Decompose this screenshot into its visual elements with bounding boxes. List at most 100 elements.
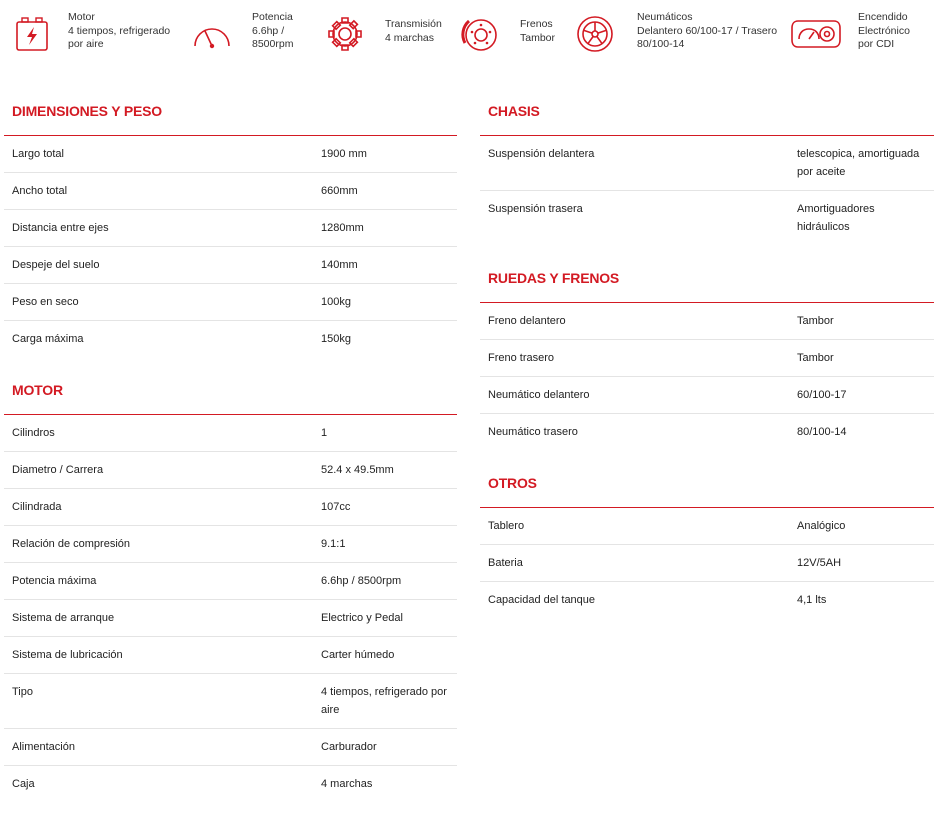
feature-motor-line1: Motor — [68, 11, 95, 23]
table-row: Tablero Analógico — [480, 508, 934, 545]
spec-value: telescopica, amortiguada por aceite — [797, 148, 920, 178]
spec-key: Tipo — [12, 686, 33, 698]
spec-value: 660mm — [321, 185, 358, 197]
spec-key: Cilindrada — [12, 501, 62, 513]
table-row: Neumático delantero 60/100-17 — [480, 377, 934, 414]
features-bar: Motor 4 tiempos, refrigerado por aire Pote… — [0, 0, 948, 70]
spec-key: Ancho total — [12, 185, 68, 197]
feature-potencia: Potencia 6.6hp /8500rpm — [190, 10, 293, 58]
section-title-dimensiones: DIMENSIONES Y PESO — [4, 94, 457, 136]
spec-key: Capacidad del tanque — [488, 594, 596, 606]
table-row: Despeje del suelo 140mm — [4, 247, 457, 284]
spec-value: 80/100-14 — [797, 426, 847, 438]
feature-transmision-line1: Transmisión — [385, 18, 442, 30]
section-title-otros: OTROS — [480, 466, 934, 508]
speedometer-icon — [190, 10, 234, 58]
table-chasis: Suspensión delantera telescopica, amortig… — [480, 136, 934, 245]
table-row: Caja 4 marchas — [4, 766, 457, 802]
table-row: Carga máxima 150kg — [4, 321, 457, 357]
feature-potencia-line1: Potencia — [252, 11, 293, 23]
left-column: DIMENSIONES Y PESO Largo total 1900 mm An… — [4, 94, 457, 802]
table-row: Cilindrada 107cc — [4, 489, 457, 526]
spec-value: 60/100-17 — [797, 389, 847, 401]
spec-key: Bateria — [488, 557, 523, 569]
spec-value: Electrico y Pedal — [321, 612, 403, 624]
section-title-ruedas: RUEDAS Y FRENOS — [480, 261, 934, 303]
spec-key: Neumático delantero — [488, 389, 590, 401]
spec-value: Carter húmedo — [321, 649, 395, 661]
table-otros: Tablero Analógico Bateria 12V/5AH Capacida… — [480, 508, 934, 618]
table-ruedas: Freno delantero Tambor Freno trasero Tambo… — [480, 303, 934, 450]
feature-frenos-line1: Frenos — [520, 18, 553, 30]
spec-value: 1 — [321, 427, 328, 439]
brake-disc-icon — [458, 10, 502, 58]
table-row: Cilindros 1 — [4, 415, 457, 452]
spec-key: Carga máxima — [12, 333, 84, 345]
table-row: Bateria 12V/5AH — [480, 545, 934, 582]
feature-neumaticos-line3: 80/100-14 — [637, 38, 685, 50]
feature-encendido: Encendido Electrónico por CDI — [790, 10, 910, 58]
table-motor: Cilindros 1 Diametro / Carrera 52.4 x 49.5… — [4, 415, 457, 802]
feature-encendido-line2: Electrónico — [858, 24, 910, 37]
feature-motor-line2: 4 tiempos, refrigerado — [68, 24, 171, 37]
spec-key: Despeje del suelo — [12, 259, 100, 271]
table-dimensiones: Largo total 1900 mm Ancho total 660mm Dist… — [4, 136, 457, 357]
table-row: Suspensión trasera Amortiguadores hidrául… — [480, 191, 934, 245]
spec-value: 52.4 x 49.5mm — [321, 464, 394, 476]
spec-key: Peso en seco — [12, 296, 79, 308]
table-row: Potencia máxima 6.6hp / 8500rpm — [4, 563, 457, 600]
table-row: Neumático trasero 80/100-14 — [480, 414, 934, 450]
ignition-key-icon — [790, 10, 842, 58]
feature-motor: Motor 4 tiempos, refrigerado por aire — [8, 10, 170, 58]
table-row: Largo total 1900 mm — [4, 136, 457, 173]
feature-transmision-line2: 4 marchas — [385, 31, 435, 44]
feature-motor-line3: por aire — [68, 38, 104, 50]
spec-key: Freno trasero — [488, 352, 555, 364]
feature-frenos-line2: Tambor — [520, 31, 556, 44]
spec-value: 100kg — [321, 296, 351, 308]
spec-key: Freno delantero — [488, 315, 566, 327]
spec-value: Analógico — [797, 520, 846, 532]
spec-key: Neumático trasero — [488, 426, 578, 438]
spec-key: Distancia entre ejes — [12, 222, 109, 234]
table-row: Peso en seco 100kg — [4, 284, 457, 321]
spec-key: Diametro / Carrera — [12, 464, 104, 476]
wheel-icon — [575, 10, 615, 58]
spec-key: Sistema de lubricación — [12, 649, 123, 661]
feature-neumaticos: Neumáticos Delantero 60/100-17 / Trasero 8… — [575, 10, 777, 58]
table-row: Alimentación Carburador — [4, 729, 457, 766]
spec-value: Carburador — [321, 741, 377, 753]
spec-key: Suspensión delantera — [488, 148, 595, 160]
feature-neumaticos-line1: Neumáticos — [637, 11, 693, 23]
feature-transmision: Transmisión 4 marchas — [323, 10, 442, 58]
spec-key: Largo total — [12, 148, 64, 160]
battery-bolt-icon — [8, 10, 56, 58]
spec-value: 150kg — [321, 333, 351, 345]
spec-value: 4 marchas — [321, 778, 373, 790]
table-row: Freno delantero Tambor — [480, 303, 934, 340]
feature-potencia-line3: 8500rpm — [252, 38, 294, 50]
table-row: Relación de compresión 9.1:1 — [4, 526, 457, 563]
table-row: Sistema de arranque Electrico y Pedal — [4, 600, 457, 637]
feature-potencia-line2: 6.6hp / — [252, 24, 285, 37]
table-row: Sistema de lubricación Carter húmedo — [4, 637, 457, 674]
spec-key: Tablero — [488, 520, 525, 532]
section-title-motor: MOTOR — [4, 373, 457, 415]
feature-encendido-line1: Encendido — [858, 11, 908, 23]
feature-encendido-line3: por CDI — [858, 38, 895, 50]
spec-key: Sistema de arranque — [12, 612, 115, 624]
section-title-chasis: CHASIS — [480, 94, 934, 136]
spec-key: Relación de compresión — [12, 538, 131, 550]
table-row: Freno trasero Tambor — [480, 340, 934, 377]
table-row: Capacidad del tanque 4,1 lts — [480, 582, 934, 618]
table-row: Diametro / Carrera 52.4 x 49.5mm — [4, 452, 457, 489]
spec-value: Tambor — [797, 352, 834, 364]
spec-value: 1900 mm — [321, 148, 367, 160]
spec-key: Alimentación — [12, 741, 75, 753]
spec-value: 6.6hp / 8500rpm — [321, 575, 402, 587]
table-row: Ancho total 660mm — [4, 173, 457, 210]
table-row: Suspensión delantera telescopica, amortig… — [480, 136, 934, 191]
spec-value: 4 tiempos, refrigerado por aire — [321, 686, 447, 716]
spec-value: Amortiguadores hidráulicos — [797, 203, 875, 233]
spec-value: 140mm — [321, 259, 358, 271]
